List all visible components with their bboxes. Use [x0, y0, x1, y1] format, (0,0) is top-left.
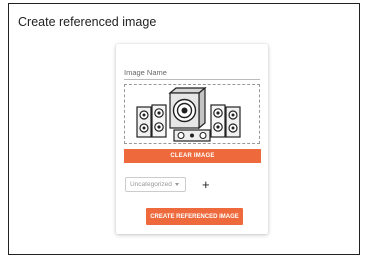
speaker-right-far [225, 106, 241, 138]
create-referenced-image-button[interactable]: CREATE REFERENCED IMAGE [146, 208, 243, 225]
add-category-button[interactable]: + [202, 178, 210, 191]
image-drop-zone[interactable] [124, 84, 260, 144]
speaker-right-near [210, 104, 226, 138]
category-select-value: Uncategorized [130, 181, 172, 188]
chevron-down-icon [175, 183, 179, 186]
category-select[interactable]: Uncategorized [125, 177, 186, 192]
image-name-field[interactable] [124, 79, 260, 80]
clear-image-button[interactable]: CLEAR IMAGE [124, 149, 261, 163]
speaker-left-near [151, 104, 167, 138]
image-name-label: Image Name [124, 68, 167, 77]
page-title: Create referenced image [18, 15, 157, 29]
speaker-system-image [136, 86, 241, 142]
center-speaker [173, 129, 211, 142]
referenced-image-form: Image Name CLEAR IMAGE Uncategorized + C… [116, 44, 268, 234]
subwoofer [168, 86, 207, 130]
speaker-left-far [136, 106, 152, 138]
